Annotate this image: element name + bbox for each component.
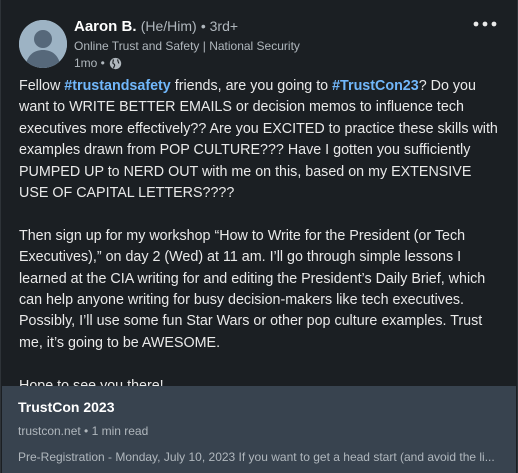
- link-card-title[interactable]: TrustCon 2023: [18, 398, 114, 416]
- link-card-meta: trustcon.net • 1 min read: [18, 424, 149, 438]
- post-header: Aaron B. (He/Him) • 3rd+ Online Trust an…: [19, 16, 499, 72]
- avatar[interactable]: [19, 20, 67, 68]
- author-info: Aaron B. (He/Him) • 3rd+ Online Trust an…: [74, 16, 474, 71]
- more-options-button[interactable]: [471, 16, 499, 32]
- person-silhouette-icon: [19, 20, 67, 68]
- paragraph-1-prefix: Fellow: [19, 78, 65, 94]
- paragraph-1-suffix: ? Do you want to WRITE BETTER EMAILS or …: [19, 78, 498, 202]
- hashtag-trustandsafety[interactable]: #trustandsafety: [64, 78, 170, 94]
- link-card-snippet: Pre-Registration - Monday, July 10, 2023…: [18, 450, 495, 464]
- author-line: Aaron B. (He/Him) • 3rd+: [74, 16, 474, 37]
- globe-icon: [109, 57, 122, 70]
- post-timestamp: 1mo •: [74, 56, 105, 70]
- post-timestamp-row: 1mo •: [74, 55, 474, 71]
- link-preview-card[interactable]: TrustCon 2023 trustcon.net • 1 min read …: [2, 386, 516, 473]
- connection-degree: • 3rd+: [200, 18, 239, 34]
- post-paragraph-1: Fellow #trustandsafety friends, are you …: [19, 76, 503, 204]
- author-headline: Online Trust and Safety | National Secur…: [74, 39, 300, 53]
- paragraph-1-mid: friends, are you going to: [170, 78, 333, 94]
- post-paragraph-2: Then sign up for my workshop “How to Wri…: [19, 227, 486, 351]
- feed-post: Aaron B. (He/Him) • 3rd+ Online Trust an…: [0, 0, 518, 473]
- hashtag-trustcon23[interactable]: #TrustCon23: [332, 78, 419, 94]
- more-horizontal-icon: [473, 21, 497, 27]
- author-name[interactable]: Aaron B.: [74, 18, 137, 35]
- author-pronouns: (He/Him): [140, 18, 197, 34]
- post-body: Fellow #trustandsafety friends, are you …: [19, 76, 503, 397]
